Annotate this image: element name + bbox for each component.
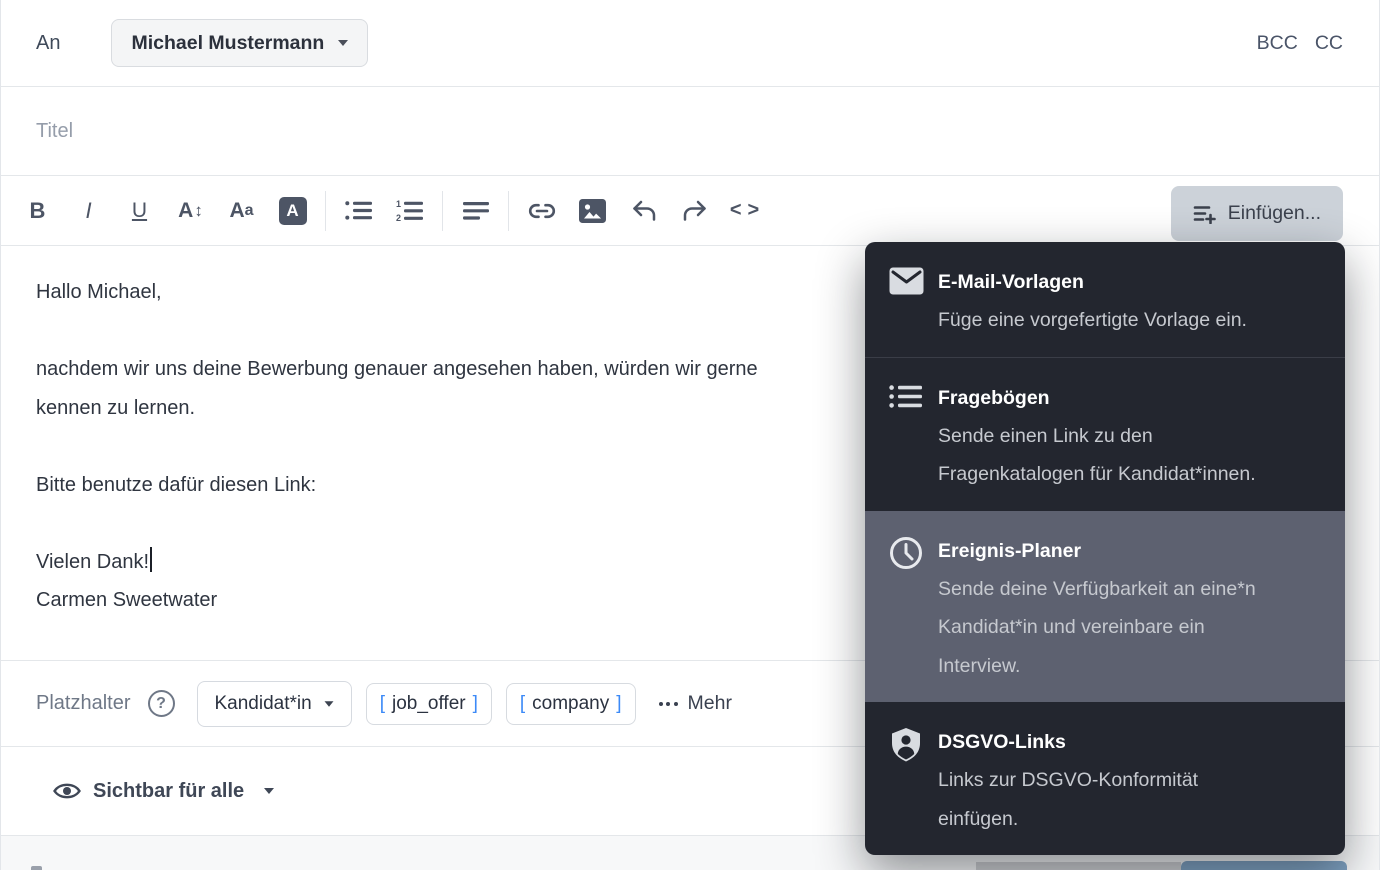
svg-text:2: 2 [396,213,401,223]
bullet-list-button[interactable] [333,189,384,233]
cc-button[interactable]: CC [1315,32,1343,55]
menu-item-title: Ereignis-Planer [938,532,1256,570]
redo-icon [683,200,707,222]
undo-icon [632,200,656,222]
clock-icon [889,532,925,686]
menu-item-event-planner[interactable]: Ereignis-Planer Sende deine Verfügbarkei… [865,511,1345,703]
code-icon: < [730,199,744,222]
chevron-down-icon [324,701,333,706]
bcc-button[interactable]: BCC [1257,32,1298,55]
bullet-list-icon [345,199,372,222]
menu-item-email-templates[interactable]: E-Mail-Vorlagen Füge eine vorgefertigte … [865,242,1345,357]
code-view-button[interactable]: <> [720,189,771,233]
placeholder-label: Platzhalter [36,692,131,715]
to-label: An [36,32,60,55]
attachment-icon[interactable] [31,866,42,870]
image-icon [579,199,606,223]
subject-input[interactable] [36,120,1344,143]
font-size-button[interactable]: A ↕ [165,189,216,233]
menu-item-title: E-Mail-Vorlagen [938,263,1247,301]
more-placeholders-button[interactable]: Mehr [659,692,732,715]
menu-item-description: Sende einen Link zu den Fragenkatalogen … [938,417,1256,494]
menu-item-description: Sende deine Verfügbarkeit an eine*n Kand… [938,570,1256,686]
chevron-down-icon[interactable] [264,788,274,794]
recipient-select[interactable]: Michael Mustermann [111,19,368,67]
toolbar-divider [325,191,326,231]
mail-icon [889,263,925,340]
svg-text:1: 1 [396,199,401,209]
visibility-label: Sichtbar für alle [93,780,244,803]
ellipsis-icon [659,702,678,706]
chevron-down-icon [338,40,348,46]
menu-item-questionnaires[interactable]: Fragebögen Sende einen Link zu den Frage… [865,357,1345,511]
font-family-button[interactable]: Aa [216,189,267,233]
numbered-list-button[interactable]: 1 2 [384,189,435,233]
text-color-icon: A [279,197,307,225]
up-down-arrow-icon: ↕ [194,201,203,221]
cc-bcc-group: BCC CC [1257,32,1343,55]
toolbar-divider [442,191,443,231]
placeholder-chip-company[interactable]: [ company ] [506,683,636,725]
numbered-list-icon: 1 2 [396,199,423,223]
help-icon[interactable]: ? [148,690,175,717]
placeholder-chip-job-offer[interactable]: [ job_offer ] [366,683,492,725]
formatting-toolbar: B I U A ↕ Aa A 1 2 [1,176,1379,246]
insert-button[interactable]: Einfügen... [1171,186,1343,241]
eye-icon [53,781,81,801]
placeholder-category-select[interactable]: Kandidat*in [197,681,352,727]
link-icon [528,203,556,219]
align-left-icon [463,200,489,222]
underline-button[interactable]: U [114,189,165,233]
link-button[interactable] [516,189,567,233]
image-button[interactable] [567,189,618,233]
text-caret [150,547,152,572]
shield-user-icon [889,723,925,838]
menu-item-description: Füge eine vorgefertigte Vorlage ein. [938,301,1247,340]
text-color-button[interactable]: A [267,189,318,233]
italic-button[interactable]: I [63,189,114,233]
toolbar-divider [508,191,509,231]
undo-button[interactable] [618,189,669,233]
questionnaire-list-icon [889,379,925,494]
insert-lines-plus-icon [1193,204,1217,224]
menu-item-dsgvo-links[interactable]: DSGVO-Links Links zur DSGVO-Konformität … [865,702,1345,855]
email-composer: An Michael Mustermann BCC CC B I U A ↕ A… [0,0,1380,870]
menu-item-title: Fragebögen [938,379,1256,417]
insert-dropdown-menu: E-Mail-Vorlagen Füge eine vorgefertigte … [865,242,1345,855]
bold-button[interactable]: B [12,189,63,233]
secondary-button-partial[interactable] [976,862,1181,870]
send-button-partial[interactable] [1181,861,1347,870]
subject-row [1,87,1379,176]
menu-item-title: DSGVO-Links [938,723,1198,761]
menu-item-description: Links zur DSGVO-Konformität einfügen. [938,761,1198,838]
align-button[interactable] [450,189,501,233]
recipient-name: Michael Mustermann [131,32,324,55]
recipient-row: An Michael Mustermann BCC CC [1,0,1379,87]
redo-button[interactable] [669,189,720,233]
